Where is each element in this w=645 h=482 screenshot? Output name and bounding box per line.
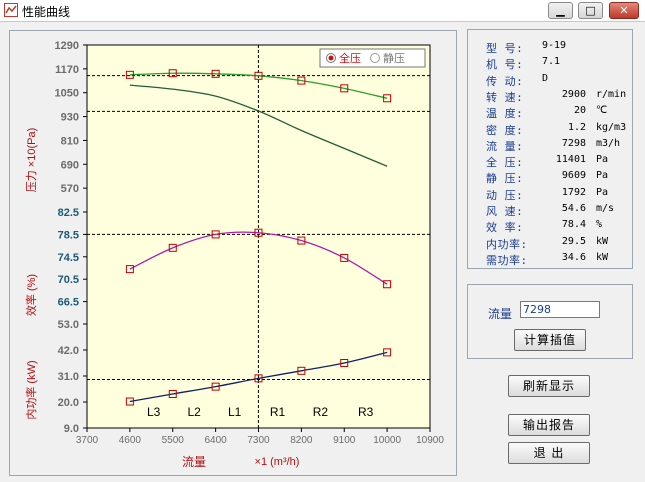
title-bar: 性能曲线 ▁ □ ✕ xyxy=(0,0,645,22)
x-tick-label: 10900 xyxy=(416,435,444,446)
x-tick-label: 9100 xyxy=(333,435,356,446)
power-tick-label: 42.0 xyxy=(58,345,79,357)
close-button[interactable]: ✕ xyxy=(609,2,639,19)
parameter-value: 7.1 xyxy=(542,56,561,68)
pressure-tick-label: 930 xyxy=(61,112,79,124)
parameter-value: 7298 xyxy=(561,137,586,149)
parameter-value: D xyxy=(542,72,549,84)
x-tick-label: 4600 xyxy=(119,435,142,446)
parameter-value: 2900 xyxy=(561,88,586,100)
x-tick-label: 7300 xyxy=(247,435,270,446)
region-label: L3 xyxy=(147,405,161,419)
parameter-unit: Pa xyxy=(596,154,609,166)
parameter-unit: m3/h xyxy=(596,137,621,149)
power-tick-label: 20.0 xyxy=(58,397,79,409)
x-axis-title: 流量 xyxy=(182,455,206,469)
parameter-unit: kg/m3 xyxy=(596,121,627,133)
flow-label: 流量 xyxy=(488,307,513,321)
parameter-unit: r/min xyxy=(596,88,627,100)
exit-button[interactable]: 退 出 xyxy=(508,442,590,464)
calculate-interpolation-button[interactable]: 计算插值 xyxy=(514,329,586,351)
power-axis-title: 内功率 (kW) xyxy=(24,360,38,419)
parameter-value: 34.6 xyxy=(561,251,586,263)
parameter-unit: Pa xyxy=(596,170,609,182)
x-tick-label: 5500 xyxy=(162,435,185,446)
parameter-label: 型 号: xyxy=(486,42,524,55)
region-label: R1 xyxy=(270,405,286,419)
parameter-value: 11401 xyxy=(555,154,586,166)
power-tick-label: 31.0 xyxy=(58,371,79,383)
flow-input[interactable] xyxy=(520,301,600,318)
legend-total-radio-dot xyxy=(328,55,334,61)
parameter-value: 29.5 xyxy=(561,235,586,247)
parameter-unit: m/s xyxy=(596,203,615,214)
pressure-tick-label: 1050 xyxy=(55,88,79,100)
pressure-tick-label: 1170 xyxy=(55,64,79,76)
parameter-value: 78.4 xyxy=(561,219,586,231)
pressure-tick-label: 570 xyxy=(61,183,79,195)
region-label: R3 xyxy=(358,405,374,419)
interpolation-panel: 流量 计算插值 xyxy=(467,284,633,359)
x-tick-label: 8200 xyxy=(290,435,313,446)
region-label: L2 xyxy=(188,405,202,419)
efficiency-tick-label: 82.5 xyxy=(58,207,79,219)
parameter-value: 9609 xyxy=(561,170,586,182)
minimize-button[interactable]: ▁ xyxy=(548,2,573,19)
region-label: L1 xyxy=(228,405,242,419)
parameter-unit: ℃ xyxy=(596,105,608,117)
x-tick-label: 6400 xyxy=(205,435,228,446)
power-tick-label: 9.0 xyxy=(64,423,79,435)
minimize-icon: ▁ xyxy=(556,4,565,17)
efficiency-tick-label: 78.5 xyxy=(58,229,79,241)
efficiency-tick-label: 66.5 xyxy=(58,297,79,309)
parameter-label: 机 号: xyxy=(486,58,524,72)
efficiency-axis-title: 效率 (%) xyxy=(24,274,38,316)
close-icon: ✕ xyxy=(619,4,629,17)
window-title: 性能曲线 xyxy=(22,5,71,19)
efficiency-tick-label: 74.5 xyxy=(58,252,79,264)
region-label: R2 xyxy=(313,405,329,419)
parameter-value: 1792 xyxy=(561,186,586,198)
parameter-value: 54.6 xyxy=(561,203,586,214)
x-tick-label: 10000 xyxy=(373,435,401,446)
parameter-value: 20 xyxy=(573,105,586,117)
x-axis-unit: ×1 (m³/h) xyxy=(255,456,300,468)
refresh-button[interactable]: 刷新显示 xyxy=(508,375,590,397)
parameter-value: 1.2 xyxy=(567,121,586,133)
maximize-icon: □ xyxy=(585,4,596,17)
power-tick-label: 53.0 xyxy=(58,319,79,331)
parameter-unit: Pa xyxy=(596,186,609,198)
legend-total-label: 全压 xyxy=(339,51,361,65)
efficiency-tick-label: 70.5 xyxy=(58,274,79,286)
chart-app-icon xyxy=(4,3,18,17)
performance-chart: 1290 1170 1050 930 810 690 570 82.5 78.5 74.5 70.5… xyxy=(9,30,457,476)
pressure-axis-title: 压力 ×10(Pa) xyxy=(25,128,38,193)
parameter-unit: kW xyxy=(596,251,609,263)
parameter-unit: % xyxy=(596,219,603,231)
output-report-button[interactable]: 输出报告 xyxy=(508,414,590,436)
maximize-button[interactable]: □ xyxy=(578,2,603,19)
parameter-unit: kW xyxy=(596,235,609,247)
parameter-panel: 型 号: 9-19 机 号: 7.1 传 动: D 转 速: 2900 r/min 温 度: 20 ℃… xyxy=(467,29,633,269)
legend-static-label: 静压 xyxy=(383,51,405,65)
x-tick-label: 3700 xyxy=(76,435,99,446)
pressure-tick-label: 690 xyxy=(61,159,79,171)
parameter-label: 传 动: xyxy=(486,74,524,88)
parameter-value: 9-19 xyxy=(542,40,567,51)
pressure-tick-label: 810 xyxy=(61,135,79,147)
pressure-tick-label: 1290 xyxy=(55,40,79,52)
legend-static-radio-icon xyxy=(370,53,380,63)
